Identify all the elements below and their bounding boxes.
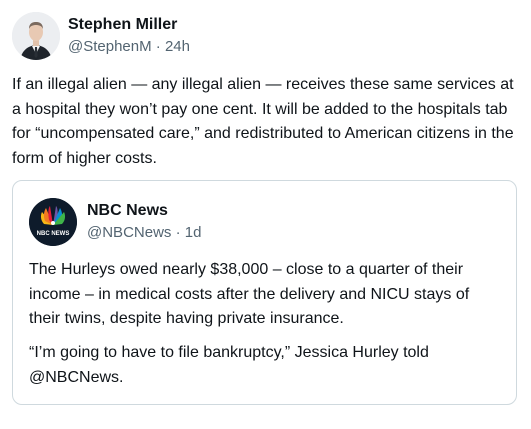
author-avatar[interactable] [12, 12, 60, 60]
quoted-author-avatar[interactable]: NBC NEWS [29, 198, 77, 246]
quoted-meta-separator: · [175, 224, 181, 241]
quoted-post-text-paragraph-1: The Hurleys owed nearly $38,000 – close … [29, 261, 470, 327]
author-handle[interactable]: @StephenM [68, 38, 152, 55]
nbc-peacock-logo-icon: NBC NEWS [29, 198, 77, 246]
author-names: Stephen Miller @StephenM · 24h [68, 14, 190, 58]
author-display-name[interactable]: Stephen Miller [68, 14, 190, 36]
author-meta: @StephenM · 24h [68, 36, 190, 58]
meta-separator: · [155, 38, 161, 55]
quoted-author-meta: @NBCNews · 1d [87, 222, 201, 244]
post-text: If an illegal alien — any illegal alien … [12, 76, 514, 167]
quoted-author-handle[interactable]: @NBCNews [87, 224, 171, 241]
person-portrait-icon [12, 12, 60, 60]
quoted-post-header: NBC NEWS NBC News @NBCNews · 1d [29, 198, 201, 246]
quoted-post-card[interactable]: NBC NEWS NBC News @NBCNews · 1d The Hurl… [12, 180, 517, 405]
post-card: Stephen Miller @StephenM · 24h If an ill… [0, 0, 531, 429]
nbc-logo-wordmark: NBC NEWS [37, 231, 70, 237]
post-header: Stephen Miller @StephenM · 24h [12, 12, 190, 60]
quoted-author-display-name[interactable]: NBC News [87, 200, 201, 222]
post-time[interactable]: 24h [165, 38, 190, 55]
quoted-post-text-paragraph-2: “I’m going to have to file bankruptcy,” … [29, 344, 429, 386]
quoted-author-names: NBC News @NBCNews · 1d [87, 200, 201, 244]
quoted-post-time[interactable]: 1d [185, 224, 202, 241]
